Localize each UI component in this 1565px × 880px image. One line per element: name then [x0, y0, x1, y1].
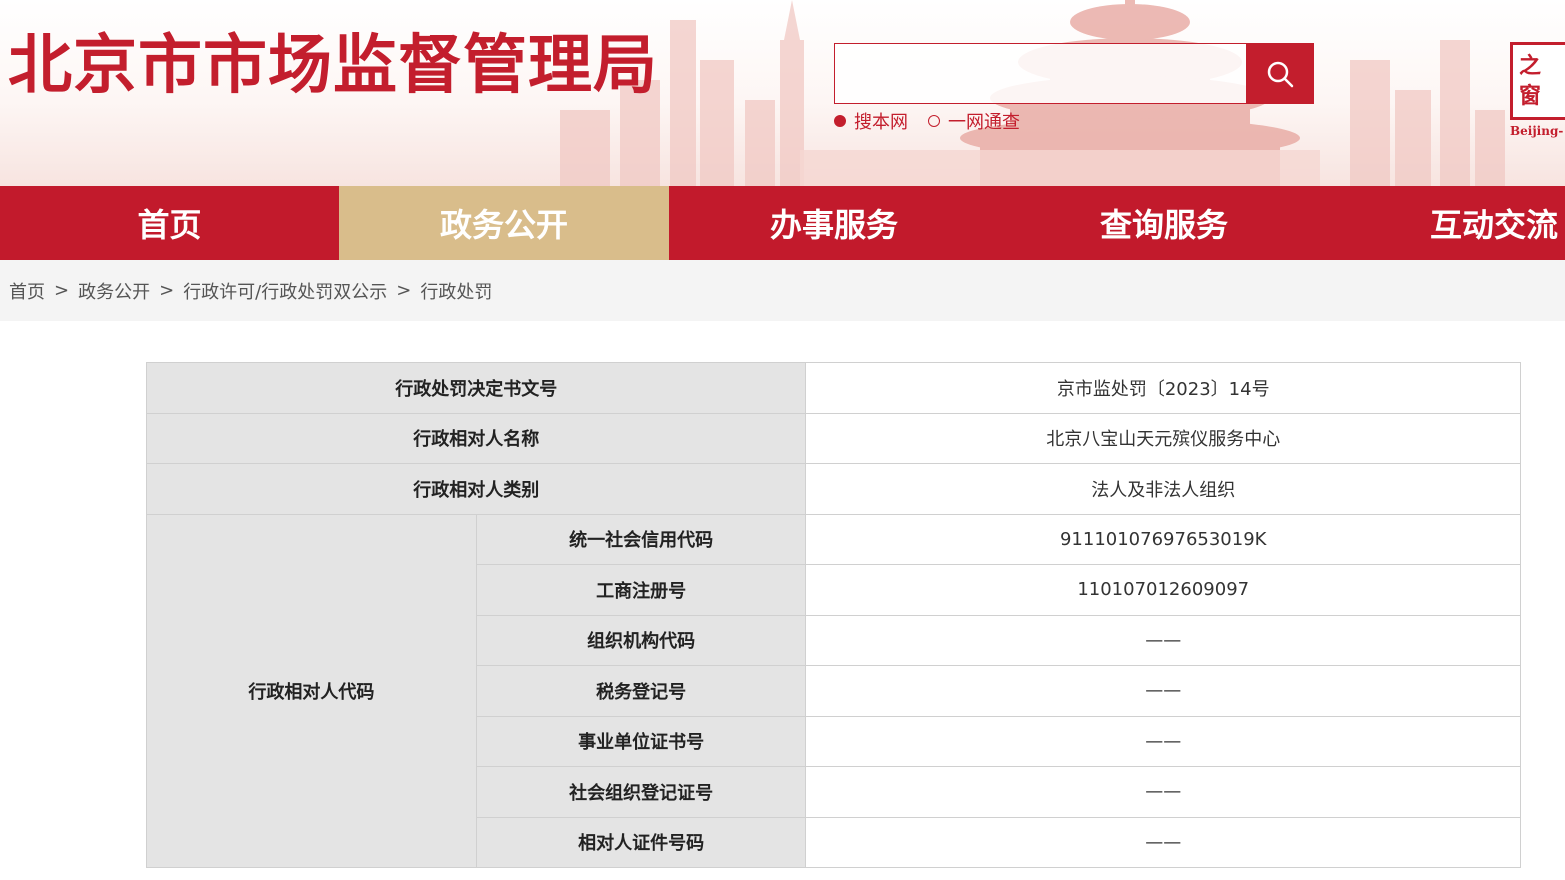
field-value: 北京八宝山天元殡仪服务中心	[805, 412, 1521, 464]
field-label: 行政相对人名称	[145, 412, 807, 464]
breadcrumb-link-home[interactable]: 首页	[9, 278, 45, 304]
capital-window-logo[interactable]: 之 窗 Beijing-	[1510, 42, 1565, 140]
group-label: 行政相对人代码	[146, 513, 477, 868]
field-label: 行政相对人类别	[145, 463, 807, 515]
search-icon	[1267, 61, 1294, 87]
field-value: 110107012609097	[805, 564, 1521, 616]
table-row: 行政相对人类别 法人及非法人组织	[145, 463, 1521, 515]
search-button[interactable]	[1246, 43, 1314, 104]
logo-caption: Beijing-	[1510, 124, 1564, 138]
nav-item-query[interactable]: 查询服务	[999, 186, 1329, 260]
breadcrumb-link-government-affairs[interactable]: 政务公开	[78, 278, 150, 304]
table-row: 行政处罚决定书文号 京市监处罚〔2023〕14号	[145, 362, 1521, 414]
logo-char: 窗	[1519, 83, 1542, 109]
radio-checked-icon	[834, 115, 846, 127]
breadcrumb-link-disclosure[interactable]: 行政许可/行政处罚双公示	[183, 278, 387, 304]
breadcrumb-separator: >	[159, 280, 175, 301]
penalty-detail-table: 行政处罚决定书文号 京市监处罚〔2023〕14号 行政相对人名称 北京八宝山天元…	[145, 362, 1521, 868]
breadcrumb-separator: >	[54, 280, 70, 301]
search-input[interactable]	[834, 43, 1246, 104]
field-value: ——	[805, 665, 1521, 717]
field-value: 京市监处罚〔2023〕14号	[805, 362, 1521, 414]
site-title: 北京市市场监督管理局	[8, 29, 658, 103]
field-value: 法人及非法人组织	[805, 463, 1521, 515]
breadcrumb-separator: >	[396, 280, 412, 301]
breadcrumb-current: 行政处罚	[420, 281, 493, 303]
field-value: ——	[805, 816, 1521, 868]
field-label: 组织机构代码	[475, 614, 807, 666]
scope-option-label: 搜本网	[854, 112, 908, 133]
search-box	[834, 43, 1314, 104]
scope-option-all[interactable]: 一网通查	[928, 108, 1020, 134]
nav-item-home[interactable]: 首页	[0, 186, 339, 260]
field-label: 工商注册号	[475, 564, 807, 616]
nav-item-interaction[interactable]: 互动交流	[1329, 186, 1565, 260]
logo-char: 之	[1519, 53, 1542, 79]
field-value: ——	[805, 766, 1521, 818]
site-header: 北京市市场监督管理局 搜本网 一网通查 之 窗 Beijing-	[0, 0, 1565, 186]
nav-item-government-affairs[interactable]: 政务公开	[339, 186, 669, 260]
radio-unchecked-icon	[928, 115, 940, 127]
scope-option-site[interactable]: 搜本网	[834, 108, 908, 134]
scope-option-label: 一网通查	[948, 112, 1020, 133]
search-scope: 搜本网 一网通查	[834, 108, 1040, 134]
field-label: 税务登记号	[475, 665, 807, 717]
field-label: 统一社会信用代码	[475, 513, 807, 565]
logo-frame: 之 窗	[1510, 42, 1565, 120]
field-value: 91110107697653019K	[805, 513, 1521, 565]
field-label: 社会组织登记证号	[475, 766, 807, 818]
nav-item-services[interactable]: 办事服务	[669, 186, 999, 260]
main-nav: 首页 政务公开 办事服务 查询服务 互动交流	[0, 186, 1565, 260]
field-value: ——	[805, 614, 1521, 666]
field-value: ——	[805, 715, 1521, 767]
table-row: 行政相对人名称 北京八宝山天元殡仪服务中心	[145, 412, 1521, 464]
field-label: 相对人证件号码	[475, 816, 807, 868]
table-row: 行政相对人代码 统一社会信用代码 91110107697653019K	[146, 513, 1521, 868]
field-label: 事业单位证书号	[475, 715, 807, 767]
breadcrumb: 首页 > 政务公开 > 行政许可/行政处罚双公示 > 行政处罚	[0, 260, 1565, 321]
field-label: 行政处罚决定书文号	[145, 362, 807, 414]
